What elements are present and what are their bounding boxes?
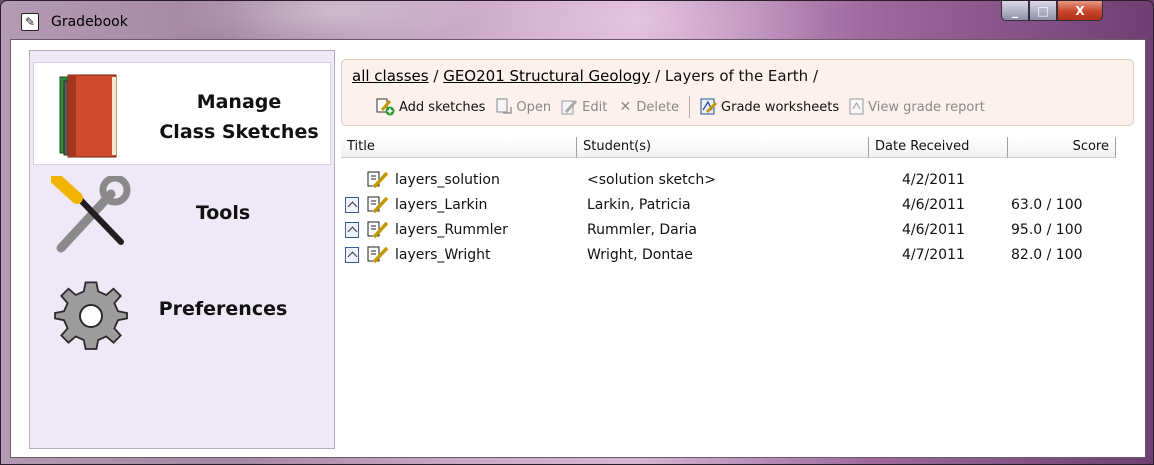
row-score: 82.0 / 100 bbox=[1011, 247, 1083, 263]
grade-report-icon bbox=[849, 98, 864, 115]
view-grade-report-button[interactable]: View grade report bbox=[849, 98, 985, 116]
grade-worksheets-label: Grade worksheets bbox=[721, 99, 840, 115]
sketch-icon bbox=[367, 221, 389, 239]
delete-icon: ✕ bbox=[619, 99, 632, 115]
tools-icon bbox=[51, 176, 131, 253]
maximize-button[interactable]: □ bbox=[1029, 1, 1057, 21]
breadcrumb-current: Layers of the Earth bbox=[664, 67, 809, 85]
row-score: 95.0 / 100 bbox=[1011, 222, 1083, 238]
row-icons bbox=[345, 171, 395, 191]
table-row[interactable]: layers_Rummler Rummler, Daria 4/6/2011 9… bbox=[341, 219, 1116, 244]
add-sketch-icon bbox=[376, 98, 395, 116]
app-window: ✎ Gradebook _ □ X Manage Class Sketches bbox=[0, 0, 1154, 465]
books-icon bbox=[59, 74, 117, 158]
close-button[interactable]: X bbox=[1057, 1, 1103, 21]
toolbar-panel: all classes / GEO201 Structural Geology … bbox=[341, 59, 1134, 126]
breadcrumb: all classes / GEO201 Structural Geology … bbox=[352, 67, 818, 85]
row-student: <solution sketch> bbox=[587, 172, 716, 188]
row-icons bbox=[345, 246, 395, 266]
row-date: 4/6/2011 bbox=[902, 222, 965, 238]
nav-label-preferences: Preferences bbox=[158, 298, 288, 320]
row-student: Wright, Dontae bbox=[587, 247, 693, 263]
open-button[interactable]: Open bbox=[495, 98, 551, 116]
window-controls: _ □ X bbox=[1001, 1, 1145, 27]
breadcrumb-all-classes[interactable]: all classes bbox=[352, 67, 429, 85]
open-icon bbox=[496, 98, 513, 114]
row-title: layers_Rummler bbox=[395, 222, 508, 238]
open-label: Open bbox=[516, 99, 552, 115]
delete-label: Delete bbox=[636, 99, 680, 115]
table-header: Title Student(s) Date Received Score bbox=[341, 137, 1116, 158]
nav-item-manage-class-sketches[interactable]: Manage Class Sketches bbox=[33, 62, 331, 165]
breadcrumb-separator: / bbox=[655, 67, 661, 85]
row-icons bbox=[345, 221, 395, 241]
row-student: Rummler, Daria bbox=[587, 222, 697, 238]
row-title: layers_Larkin bbox=[395, 197, 488, 213]
row-score: 63.0 / 100 bbox=[1011, 197, 1083, 213]
worksheet-icon bbox=[345, 247, 359, 263]
grade-worksheets-button[interactable]: Grade worksheets bbox=[700, 98, 839, 116]
side-nav: Manage Class Sketches Tools Preferences bbox=[29, 50, 335, 449]
nav-item-preferences[interactable]: Preferences bbox=[33, 264, 331, 367]
worksheet-icon bbox=[345, 222, 359, 238]
breadcrumb-separator: / bbox=[812, 67, 819, 85]
nav-item-tools[interactable]: Tools bbox=[33, 164, 331, 267]
window-title: Gradebook bbox=[51, 14, 128, 30]
client-area: Manage Class Sketches Tools Preferences … bbox=[10, 39, 1146, 458]
nav-label-manage: Manage Class Sketches bbox=[159, 91, 319, 143]
sketch-icon bbox=[367, 246, 389, 264]
column-header-score[interactable]: Score bbox=[1008, 137, 1116, 158]
toolbar-separator bbox=[689, 96, 691, 118]
sketch-icon bbox=[367, 196, 389, 214]
table-row[interactable]: layers_Wright Wright, Dontae 4/7/2011 82… bbox=[341, 244, 1116, 269]
breadcrumb-separator: / bbox=[433, 67, 439, 85]
edit-icon bbox=[561, 99, 578, 115]
sketch-list: Title Student(s) Date Received Score lay… bbox=[341, 137, 1137, 452]
column-header-title[interactable]: Title bbox=[341, 137, 577, 158]
app-icon[interactable]: ✎ bbox=[21, 13, 39, 31]
row-date: 4/2/2011 bbox=[902, 172, 965, 188]
worksheet-icon bbox=[345, 197, 359, 213]
row-title: layers_Wright bbox=[395, 247, 491, 263]
table-row[interactable]: layers_Larkin Larkin, Patricia 4/6/2011 … bbox=[341, 194, 1116, 219]
breadcrumb-class[interactable]: GEO201 Structural Geology bbox=[443, 67, 650, 85]
nav-label-tools: Tools bbox=[195, 202, 251, 224]
column-header-date-received[interactable]: Date Received bbox=[869, 137, 1008, 158]
grade-worksheets-icon bbox=[700, 98, 718, 115]
view-grade-report-label: View grade report bbox=[868, 99, 985, 115]
title-bar[interactable]: ✎ Gradebook _ □ X bbox=[1, 1, 1153, 39]
action-toolbar: Add sketches Open Edit ✕ Delete Grade wo… bbox=[376, 96, 995, 118]
column-header-students[interactable]: Student(s) bbox=[577, 137, 869, 158]
minimize-button[interactable]: _ bbox=[1001, 1, 1029, 21]
gear-icon bbox=[54, 281, 128, 350]
add-sketches-button[interactable]: Add sketches bbox=[376, 98, 485, 116]
add-sketches-label: Add sketches bbox=[399, 99, 486, 115]
row-icons bbox=[345, 196, 395, 216]
edit-button[interactable]: Edit bbox=[561, 98, 607, 116]
row-date: 4/7/2011 bbox=[902, 247, 965, 263]
table-row[interactable]: layers_solution <solution sketch> 4/2/20… bbox=[341, 169, 1116, 194]
row-title: layers_solution bbox=[395, 172, 500, 188]
delete-button[interactable]: ✕ Delete bbox=[617, 99, 679, 115]
row-student: Larkin, Patricia bbox=[587, 197, 691, 213]
sketch-icon bbox=[367, 171, 389, 189]
row-date: 4/6/2011 bbox=[902, 197, 965, 213]
window-bottom-border bbox=[1, 458, 1153, 465]
edit-label: Edit bbox=[582, 99, 608, 115]
